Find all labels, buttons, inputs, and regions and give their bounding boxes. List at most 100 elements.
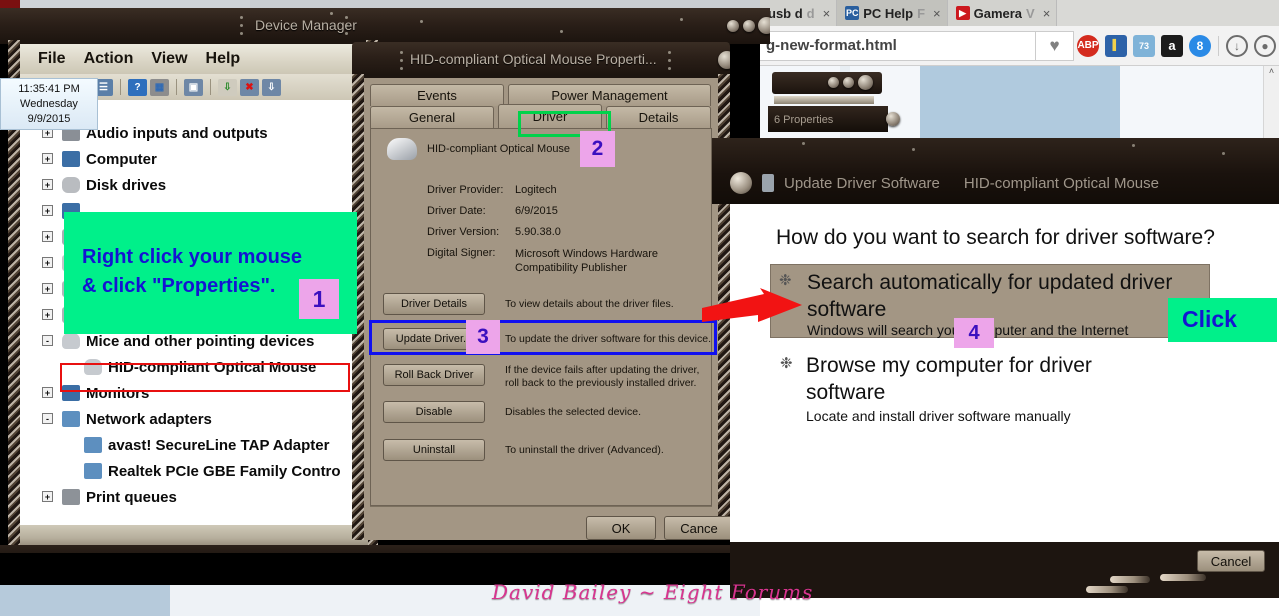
annotation-highlight-hid-mouse [60, 363, 350, 392]
expander-icon[interactable]: + [42, 387, 53, 398]
update-driver-wizard: Update Driver Software HID-compliant Opt… [712, 138, 1279, 598]
properties-titlebar[interactable]: HID-compliant Optical Mouse Properti... [352, 42, 730, 78]
amazon-icon[interactable]: a [1161, 34, 1183, 57]
annotation-badge-3: 3 [466, 320, 500, 354]
expander-icon[interactable]: + [42, 153, 53, 164]
expander-icon[interactable]: - [42, 335, 53, 346]
expander-icon[interactable]: + [42, 257, 53, 268]
field-label-digital-signer: Digital Signer: [427, 247, 496, 259]
network-icon [62, 411, 80, 427]
close-icon[interactable]: × [1043, 6, 1051, 21]
background-properties-window: 6 Properties [762, 66, 900, 138]
uninstall-icon[interactable]: ✖ [240, 78, 259, 96]
tree-label: Computer [86, 150, 157, 168]
toolbar-divider [210, 79, 211, 95]
expander-icon[interactable]: + [42, 491, 53, 502]
tree-row-disk-drives[interactable]: + Disk drives [20, 172, 368, 198]
taskbar-left [0, 585, 190, 616]
wizard-question: How do you want to search for driver sof… [776, 226, 1215, 249]
update-icon[interactable]: ⇩ [262, 78, 281, 96]
roll-back-driver-button[interactable]: Roll Back Driver [383, 364, 485, 386]
tree-row-computer[interactable]: + Computer [20, 146, 368, 172]
tree-row-network-adapters[interactable]: - Network adapters [20, 406, 368, 432]
browser-tab-usb[interactable]: usb d d × [760, 0, 838, 26]
tree-row-avast-tap[interactable]: avast! SecureLine TAP Adapter [20, 432, 368, 458]
tree-row-realtek[interactable]: Realtek PCIe GBE Family Contro [20, 458, 368, 484]
driver-details-button[interactable]: Driver Details [383, 293, 485, 315]
expander-icon[interactable]: - [42, 413, 53, 424]
wizard-titlebar[interactable]: Update Driver Software HID-compliant Opt… [712, 138, 1279, 204]
properties-client: Events Power Management General Driver D… [364, 78, 734, 540]
device-manager-menubar: File Action View Help [20, 44, 368, 74]
decor-bullet [1110, 576, 1150, 583]
scan-icon[interactable]: ▣ [184, 78, 203, 96]
browser-toolbar: g-new-format.html ♥ ABP ▌ 73 a 8 ↓ ● [760, 26, 1279, 66]
minimize-button[interactable] [727, 20, 739, 32]
tab-power-management[interactable]: Power Management [508, 84, 711, 106]
wizard-cancel-button[interactable]: Cancel [1197, 550, 1265, 572]
ok-button[interactable]: OK [586, 516, 656, 540]
help-icon[interactable]: ? [128, 78, 147, 96]
bookmarks-icon[interactable]: ▌ [1105, 34, 1127, 57]
menu-file[interactable]: File [38, 50, 66, 68]
download-icon[interactable]: ↓ [1226, 34, 1248, 57]
address-bar[interactable]: g-new-format.html [760, 30, 1036, 61]
toolbar-divider [120, 79, 121, 95]
option-bullet-icon: ❉ [780, 355, 793, 372]
browser-tab-pc-help[interactable]: PC PC Help F × [837, 0, 948, 26]
tab-details[interactable]: Details [606, 106, 711, 128]
annotation-badge-4: 4 [954, 318, 994, 348]
field-value-driver-date: 6/9/2015 [515, 205, 558, 217]
tree-label: Network adapters [86, 410, 212, 428]
field-value-digital-signer: Microsoft Windows Hardware Compatibility… [515, 248, 659, 274]
properties-close-button[interactable] [718, 51, 730, 69]
field-value-driver-version: 5.90.38.0 [515, 226, 561, 238]
annotation-highlight-update-driver [369, 320, 717, 355]
properties-frame: Events Power Management General Driver D… [352, 74, 734, 540]
back-button[interactable] [730, 172, 752, 194]
device-manager-titlebar[interactable]: Device Manager [0, 8, 770, 44]
adblock-plus-icon[interactable]: ABP [1077, 34, 1099, 57]
list-icon[interactable]: ▦ [150, 78, 169, 96]
menu-help[interactable]: Help [206, 50, 241, 68]
driver-details-description: To view details about the driver files. [505, 298, 674, 310]
disk-icon [62, 177, 80, 193]
tree-row-print-queues[interactable]: + Print queues [20, 484, 368, 510]
install-icon[interactable]: ⇩ [218, 78, 237, 96]
tab-title-faded: d [806, 5, 815, 21]
tree-label: Print queues [86, 488, 177, 506]
account-icon[interactable]: ● [1254, 34, 1276, 57]
driver-tab-panel: HID-compliant Optical Mouse Driver Provi… [370, 128, 712, 506]
annotation-click-label: Click [1182, 306, 1237, 332]
tab-title: Gamera [973, 5, 1023, 21]
expander-icon[interactable]: + [42, 231, 53, 242]
tab-general[interactable]: General [370, 106, 494, 128]
tab-title-faded: F [917, 5, 926, 21]
close-button[interactable] [758, 17, 770, 34]
menu-action[interactable]: Action [84, 50, 134, 68]
browser-tab-gamera[interactable]: ▶ Gamera V × [947, 0, 1058, 26]
close-icon[interactable]: × [933, 6, 941, 21]
close-icon[interactable]: × [823, 6, 831, 21]
clock-day: Wednesday [20, 98, 78, 110]
google-icon[interactable]: 8 [1189, 34, 1211, 57]
expander-icon[interactable]: + [42, 283, 53, 294]
weather-icon[interactable]: 73 [1133, 34, 1155, 57]
tab-events[interactable]: Events [370, 84, 504, 106]
expander-icon[interactable]: + [42, 309, 53, 320]
device-name: HID-compliant Optical Mouse [427, 143, 571, 155]
small-window-titlebar [772, 72, 882, 94]
uninstall-button[interactable]: Uninstall [383, 439, 485, 461]
wizard-title: Update Driver Software [784, 174, 940, 192]
network-icon [84, 463, 102, 479]
disable-button[interactable]: Disable [383, 401, 485, 423]
expander-icon[interactable]: + [42, 179, 53, 190]
clock-tooltip: 11:35:41 PM Wednesday 9/9/2015 [0, 78, 98, 130]
properties-title: HID-compliant Optical Mouse Properti... [410, 51, 657, 67]
expander-icon[interactable]: + [42, 205, 53, 216]
field-value-driver-provider: Logitech [515, 184, 557, 196]
bookmark-heart-icon[interactable]: ♥ [1036, 30, 1074, 61]
maximize-button[interactable] [743, 20, 755, 32]
annotation-badge-2: 2 [580, 131, 615, 167]
menu-view[interactable]: View [151, 50, 187, 68]
